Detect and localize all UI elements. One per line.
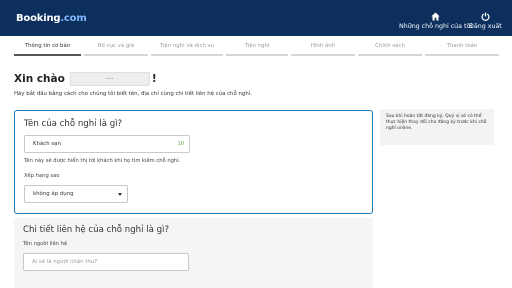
- booking-logo[interactable]: Booking.com: [16, 13, 87, 24]
- character-counter: 10: [177, 141, 184, 147]
- star-rating-label: Xếp hạng sao: [24, 173, 60, 179]
- info-note: Sau khi hoàn tất đăng ký, Quý vị sẽ có t…: [380, 109, 494, 145]
- step-payment[interactable]: Thanh toán: [425, 36, 499, 56]
- main-content: Xin chào....! Hãy bắt đầu bằng cách cho …: [0, 58, 512, 288]
- property-name-value: Khách sạn: [33, 141, 61, 147]
- top-navigation-bar: Booking.com Những chỗ nghỉ của tôi Đăng …: [0, 0, 512, 36]
- star-rating-value: không áp dụng: [33, 191, 74, 197]
- contact-details-card: Chi tiết liên hệ của chỗ nghỉ là gì? Tên…: [14, 218, 373, 288]
- greeting-end: !: [151, 73, 157, 85]
- page-title: Xin chào....!: [14, 72, 157, 86]
- contact-details-heading: Chi tiết liên hệ của chỗ nghỉ là gì?: [23, 225, 170, 235]
- property-name-heading: Tên của chỗ nghỉ là gì?: [24, 119, 123, 129]
- property-name-input[interactable]: Khách sạn 10: [24, 135, 190, 153]
- logo-suffix: .com: [60, 13, 87, 24]
- step-basic-info[interactable]: Thông tin cơ bản: [14, 36, 81, 56]
- logout-button[interactable]: Đăng xuất: [469, 12, 502, 30]
- property-name-hint: Tên này sẽ được hiển thị tới khách khi h…: [24, 158, 181, 164]
- my-properties-label: Những chỗ nghỉ của tôi: [399, 23, 473, 30]
- power-icon: [469, 12, 502, 22]
- contact-name-label: Tên người liên hệ: [23, 241, 68, 247]
- greeting-text: Xin chào: [14, 73, 65, 85]
- contact-name-placeholder: Ai sẽ là người nhận thư?: [32, 259, 98, 265]
- logout-label: Đăng xuất: [469, 23, 502, 30]
- star-rating-select[interactable]: không áp dụng: [24, 185, 128, 203]
- step-layout-pricing[interactable]: Bố cục và giá: [84, 36, 148, 56]
- step-policies[interactable]: Chính sách: [358, 36, 422, 56]
- contact-name-input[interactable]: Ai sẽ là người nhận thư?: [23, 253, 189, 271]
- registration-steps: Thông tin cơ bản Bố cục và giá Tiện nghi…: [0, 36, 512, 59]
- logo-main: Booking: [16, 13, 61, 24]
- chevron-down-icon: [118, 193, 122, 196]
- step-facilities-services[interactable]: Tiện nghi và dịch vụ: [151, 36, 223, 56]
- property-name-card: Tên của chỗ nghỉ là gì? Khách sạn 10 Tên…: [14, 110, 373, 214]
- my-properties-button[interactable]: Những chỗ nghỉ của tôi: [399, 12, 472, 30]
- step-photos[interactable]: Hình ảnh: [291, 36, 355, 56]
- user-name: ....: [69, 72, 150, 86]
- step-amenities[interactable]: Tiện nghi: [226, 36, 288, 56]
- home-icon: [399, 12, 472, 22]
- intro-text: Hãy bắt đầu bằng cách cho chúng tôi biết…: [14, 91, 252, 97]
